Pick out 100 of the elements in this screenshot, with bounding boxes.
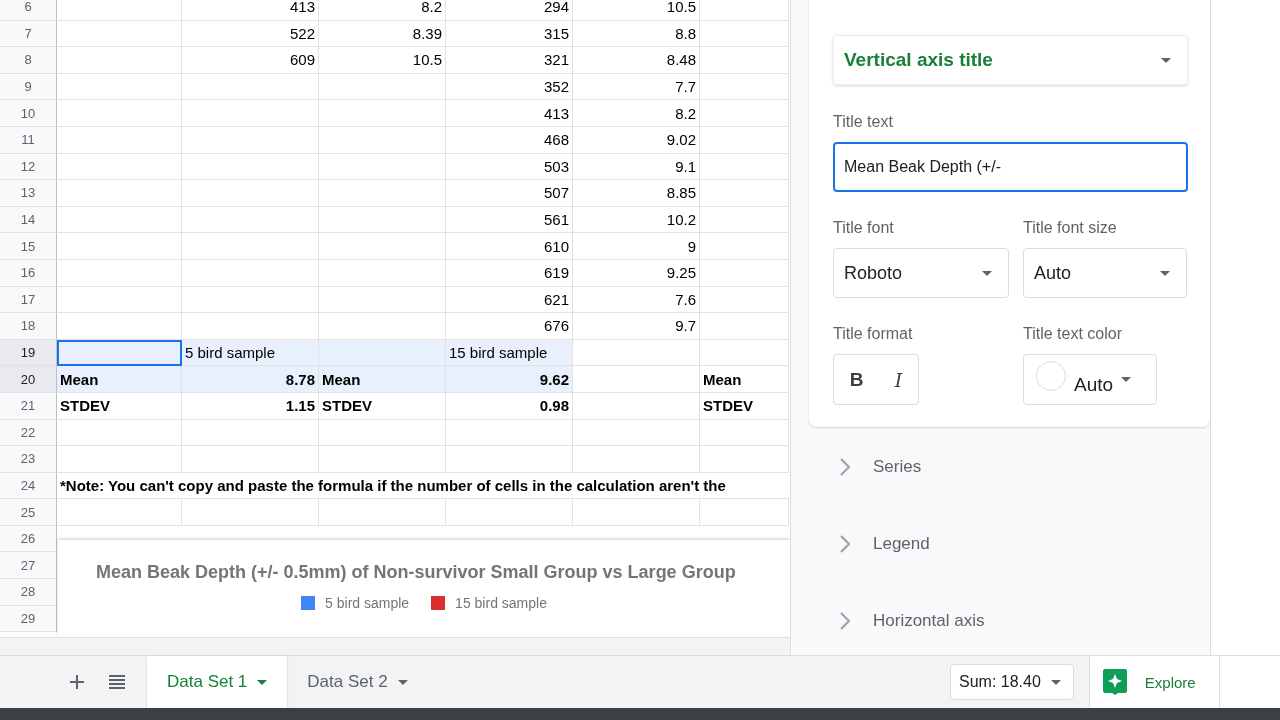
table-cell[interactable]: 503 [446, 153, 573, 181]
row-number[interactable]: 24 [0, 472, 57, 500]
table-cell[interactable]: Mean [319, 366, 446, 393]
table-cell[interactable] [57, 126, 182, 154]
row-number[interactable]: 27 [0, 552, 57, 580]
table-cell[interactable]: 10.2 [573, 206, 700, 234]
title-text-field[interactable]: Mean Beak Depth (+/- [833, 142, 1188, 192]
table-cell[interactable]: 561 [446, 206, 573, 234]
table-cell[interactable] [57, 339, 182, 367]
table-cell[interactable] [319, 153, 446, 181]
chart-card[interactable]: Mean Beak Depth (+/- 0.5mm) of Non-survivor Small Group vs Large Group 5 bird sample 15 bird sample [58, 540, 790, 637]
table-cell[interactable] [573, 499, 700, 526]
table-cell[interactable] [182, 286, 319, 314]
table-cell[interactable]: 321 [446, 47, 573, 74]
table-cell[interactable]: 676 [446, 313, 573, 340]
table-cell[interactable] [319, 206, 446, 234]
table-cell[interactable] [700, 446, 789, 473]
table-cell[interactable] [700, 20, 789, 48]
row-number[interactable]: 20 [0, 366, 57, 393]
table-cell[interactable]: 10.5 [573, 0, 700, 21]
table-cell[interactable] [700, 0, 789, 21]
table-cell[interactable] [182, 233, 319, 260]
row-number[interactable]: 6 [0, 0, 57, 21]
table-cell[interactable]: 1.15 [182, 392, 319, 420]
table-cell[interactable] [700, 153, 789, 181]
table-cell[interactable]: 507 [446, 180, 573, 207]
row-number[interactable]: 14 [0, 206, 57, 234]
row-number[interactable]: 19 [0, 339, 57, 367]
table-cell[interactable]: 9 [573, 233, 700, 260]
table-cell[interactable]: Mean [57, 366, 182, 393]
table-cell[interactable] [182, 180, 319, 207]
table-cell[interactable] [57, 20, 182, 48]
table-cell[interactable] [182, 313, 319, 340]
section-header[interactable]: Series [839, 443, 1210, 491]
table-cell[interactable] [182, 419, 319, 447]
table-cell[interactable] [700, 419, 789, 447]
color-dropdown[interactable]: Auto [1023, 354, 1157, 405]
table-cell[interactable]: 5 bird sample [182, 339, 319, 367]
row-number[interactable]: 23 [0, 446, 57, 473]
table-cell[interactable] [319, 446, 446, 473]
table-cell[interactable] [182, 126, 319, 154]
table-cell[interactable]: 609 [182, 47, 319, 74]
table-cell[interactable] [446, 446, 573, 473]
table-cell[interactable] [319, 499, 446, 526]
table-cell[interactable] [182, 446, 319, 473]
table-cell[interactable] [57, 286, 182, 314]
row-number[interactable]: 15 [0, 233, 57, 260]
table-cell[interactable]: 413 [182, 0, 319, 21]
table-cell[interactable]: 15 bird sample [446, 339, 573, 367]
row-number[interactable]: 18 [0, 313, 57, 340]
row-number[interactable]: 8 [0, 47, 57, 74]
table-cell[interactable] [700, 499, 789, 526]
table-cell[interactable] [319, 233, 446, 260]
table-cell[interactable] [700, 259, 789, 287]
table-cell[interactable] [57, 180, 182, 207]
table-cell[interactable]: 9.1 [573, 153, 700, 181]
table-cell[interactable] [573, 419, 700, 447]
row-number[interactable]: 11 [0, 126, 57, 154]
table-cell[interactable] [700, 206, 789, 234]
table-cell[interactable] [57, 419, 182, 447]
row-number[interactable]: 16 [0, 259, 57, 287]
table-cell[interactable] [700, 126, 789, 154]
row-number[interactable]: 29 [0, 605, 57, 633]
table-cell[interactable]: 9.62 [446, 366, 573, 393]
table-cell[interactable]: 294 [446, 0, 573, 21]
table-cell[interactable]: STDEV [57, 392, 182, 420]
table-cell[interactable] [573, 339, 700, 367]
table-cell[interactable] [57, 313, 182, 340]
table-cell[interactable] [57, 73, 182, 101]
table-cell[interactable] [57, 47, 182, 74]
table-cell[interactable] [700, 47, 789, 74]
row-number[interactable]: 28 [0, 579, 57, 606]
table-cell[interactable] [319, 73, 446, 101]
table-cell[interactable]: 8.39 [319, 20, 446, 48]
row-number[interactable]: 10 [0, 100, 57, 127]
sum-dropdown[interactable]: Sum: 18.40 [950, 664, 1074, 700]
table-cell[interactable] [182, 259, 319, 287]
table-cell[interactable] [700, 100, 789, 127]
table-cell[interactable]: STDEV [319, 392, 446, 420]
table-cell[interactable] [182, 499, 319, 526]
table-cell[interactable] [319, 286, 446, 314]
explore-button[interactable]: Explore [1088, 656, 1219, 708]
add-sheet-icon[interactable] [70, 675, 84, 689]
table-cell[interactable] [57, 446, 182, 473]
sheet-tab[interactable]: Data Set 1 [147, 656, 288, 708]
table-cell[interactable] [446, 499, 573, 526]
row-number[interactable]: 21 [0, 392, 57, 420]
table-cell[interactable] [700, 286, 789, 314]
bold-button[interactable]: B [843, 366, 870, 393]
table-cell[interactable]: 413 [446, 100, 573, 127]
table-cell[interactable] [700, 73, 789, 101]
row-number[interactable]: 25 [0, 499, 57, 526]
table-cell[interactable] [700, 339, 789, 367]
table-cell[interactable]: 9.25 [573, 259, 700, 287]
table-cell[interactable]: Mean [700, 366, 789, 393]
table-cell[interactable]: 7.6 [573, 286, 700, 314]
table-cell[interactable] [319, 259, 446, 287]
table-cell[interactable]: 0.98 [446, 392, 573, 420]
table-cell[interactable]: 619 [446, 259, 573, 287]
table-cell[interactable] [57, 499, 182, 526]
